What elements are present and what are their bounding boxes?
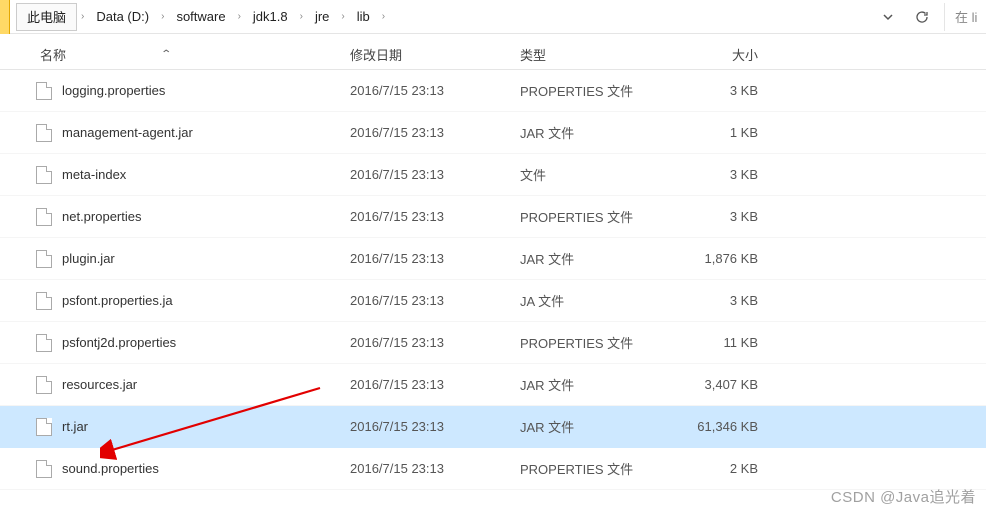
chevron-right-icon[interactable]: › [300, 11, 303, 22]
watermark: CSDN @Java追光着 [831, 486, 976, 507]
file-name-label: resources.jar [62, 377, 137, 392]
file-name-cell: rt.jar [0, 418, 350, 436]
column-header-size[interactable]: 大小 [680, 45, 780, 64]
file-name-cell: management-agent.jar [0, 124, 350, 142]
table-row[interactable]: net.properties 2016/7/15 23:13PROPERTIES … [0, 196, 986, 238]
chevron-down-icon[interactable] [880, 9, 896, 25]
file-size-cell: 1,876 KB [680, 251, 780, 266]
file-name-cell: logging.properties [0, 82, 350, 100]
table-row[interactable]: resources.jar 2016/7/15 23:13JAR 文件3,407 … [0, 364, 986, 406]
file-name-label: rt.jar [62, 419, 88, 434]
file-icon [36, 418, 52, 436]
chevron-right-icon[interactable]: › [341, 11, 344, 22]
file-date-cell: 2016/7/15 23:13 [350, 335, 520, 350]
table-row[interactable]: sound.properties 2016/7/15 23:13PROPERTIE… [0, 448, 986, 490]
search-input[interactable]: 在 li [944, 3, 986, 31]
file-name-cell: meta-index [0, 166, 350, 184]
file-type-cell: JAR 文件 [520, 123, 680, 142]
file-icon [36, 460, 52, 478]
chevron-right-icon[interactable]: › [161, 11, 164, 22]
table-row[interactable]: plugin.jar 2016/7/15 23:13JAR 文件1,876 KB [0, 238, 986, 280]
table-row[interactable]: meta-index 2016/7/15 23:13文件3 KB [0, 154, 986, 196]
file-size-cell: 3 KB [680, 83, 780, 98]
breadcrumb-item[interactable]: Data (D:) [88, 3, 157, 31]
file-icon [36, 166, 52, 184]
file-type-cell: JA 文件 [520, 291, 680, 310]
file-name-cell: plugin.jar [0, 250, 350, 268]
file-name-label: plugin.jar [62, 251, 115, 266]
file-name-label: management-agent.jar [62, 125, 193, 140]
file-type-cell: PROPERTIES 文件 [520, 459, 680, 478]
file-size-cell: 11 KB [680, 335, 780, 350]
file-type-cell: JAR 文件 [520, 249, 680, 268]
column-header-name[interactable]: 名称 ⌃ [0, 45, 350, 64]
file-name-cell: psfontj2d.properties [0, 334, 350, 352]
folder-color-strip [0, 0, 10, 34]
breadcrumb-item[interactable]: jdk1.8 [245, 3, 296, 31]
file-name-cell: net.properties [0, 208, 350, 226]
breadcrumb-item[interactable]: 此电脑 [16, 3, 77, 31]
breadcrumb-item[interactable]: jre [307, 3, 337, 31]
file-date-cell: 2016/7/15 23:13 [350, 125, 520, 140]
table-row[interactable]: logging.properties 2016/7/15 23:13PROPERT… [0, 70, 986, 112]
table-row[interactable]: management-agent.jar 2016/7/15 23:13JAR 文… [0, 112, 986, 154]
file-size-cell: 3 KB [680, 293, 780, 308]
column-header-type[interactable]: 类型 [520, 45, 680, 64]
file-name-cell: resources.jar [0, 376, 350, 394]
chevron-right-icon[interactable]: › [382, 11, 385, 22]
table-row[interactable]: psfont.properties.ja 2016/7/15 23:13JA 文件… [0, 280, 986, 322]
file-size-cell: 1 KB [680, 125, 780, 140]
file-name-label: net.properties [62, 209, 142, 224]
column-header-row[interactable]: 名称 ⌃ 修改日期 类型 大小 [0, 34, 986, 70]
chevron-right-icon[interactable]: › [238, 11, 241, 22]
file-icon [36, 334, 52, 352]
file-date-cell: 2016/7/15 23:13 [350, 419, 520, 434]
nav-icons [866, 9, 944, 25]
file-icon [36, 208, 52, 226]
file-type-cell: JAR 文件 [520, 375, 680, 394]
file-size-cell: 3 KB [680, 209, 780, 224]
file-name-label: psfontj2d.properties [62, 335, 176, 350]
file-size-cell: 3,407 KB [680, 377, 780, 392]
file-type-cell: JAR 文件 [520, 417, 680, 436]
file-date-cell: 2016/7/15 23:13 [350, 293, 520, 308]
column-header-date[interactable]: 修改日期 [350, 45, 520, 64]
address-toolbar: 此电脑 › Data (D:) › software › jdk1.8 › jre › lib › 在… [0, 0, 986, 34]
search-placeholder: 在 li [955, 7, 977, 26]
file-list: logging.properties2016/7/15 23:13PROPERT… [0, 70, 986, 490]
file-name-label: sound.properties [62, 461, 159, 476]
file-date-cell: 2016/7/15 23:13 [350, 251, 520, 266]
file-size-cell: 3 KB [680, 167, 780, 182]
file-type-cell: PROPERTIES 文件 [520, 81, 680, 100]
file-icon [36, 292, 52, 310]
file-date-cell: 2016/7/15 23:13 [350, 461, 520, 476]
file-icon [36, 82, 52, 100]
file-type-cell: PROPERTIES 文件 [520, 333, 680, 352]
file-icon [36, 250, 52, 268]
file-icon [36, 124, 52, 142]
breadcrumb-item[interactable]: software [168, 3, 233, 31]
file-size-cell: 2 KB [680, 461, 780, 476]
file-name-cell: psfont.properties.ja [0, 292, 350, 310]
file-size-cell: 61,346 KB [680, 419, 780, 434]
breadcrumb-item[interactable]: lib [349, 3, 378, 31]
chevron-right-icon[interactable]: › [81, 11, 84, 22]
table-row[interactable]: rt.jar 2016/7/15 23:13JAR 文件61,346 KB [0, 406, 986, 448]
file-date-cell: 2016/7/15 23:13 [350, 377, 520, 392]
file-name-label: meta-index [62, 167, 126, 182]
file-name-label: psfont.properties.ja [62, 293, 173, 308]
file-type-cell: 文件 [520, 165, 680, 184]
file-icon [36, 376, 52, 394]
table-row[interactable]: psfontj2d.properties 2016/7/15 23:13PROPE… [0, 322, 986, 364]
refresh-icon[interactable] [914, 9, 930, 25]
file-name-label: logging.properties [62, 83, 165, 98]
file-date-cell: 2016/7/15 23:13 [350, 83, 520, 98]
sort-indicator-icon: ⌃ [160, 49, 172, 60]
file-type-cell: PROPERTIES 文件 [520, 207, 680, 226]
file-name-cell: sound.properties [0, 460, 350, 478]
file-date-cell: 2016/7/15 23:13 [350, 167, 520, 182]
file-date-cell: 2016/7/15 23:13 [350, 209, 520, 224]
breadcrumb[interactable]: 此电脑 › Data (D:) › software › jdk1.8 › jre › lib › [10, 0, 866, 33]
